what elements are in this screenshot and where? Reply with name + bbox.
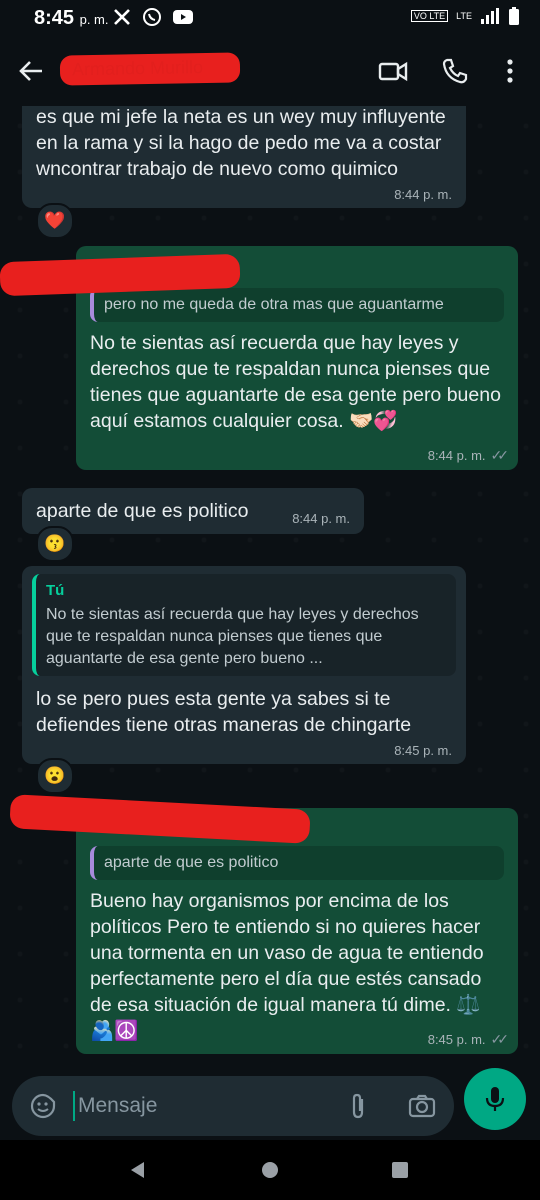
contact-name-label: Armando Murillo — [71, 57, 204, 80]
reaction-heart[interactable]: ❤️ — [36, 203, 74, 239]
quoted-message[interactable]: aparte de que es politico — [90, 846, 504, 880]
android-navigation-bar — [0, 1140, 540, 1200]
quoted-text: No te sientas así recuerda que hay leyes… — [46, 606, 419, 667]
system-icons: VO LTE LTE — [410, 6, 520, 26]
message-time: 8:45 p. m. — [394, 743, 452, 758]
network-type: LTE — [456, 11, 472, 21]
voice-message-button[interactable] — [464, 1068, 526, 1130]
message-text: lo se pero pues esta gente ya sabes si t… — [36, 688, 412, 736]
reaction-kissing[interactable]: 😗 — [36, 526, 74, 562]
battery-icon — [509, 7, 519, 25]
message-time: 8:45 p. m. ✓✓ — [427, 1031, 510, 1047]
chat-header: Armando Murillo — [0, 36, 540, 106]
reaction-surprised[interactable]: 😮 — [36, 758, 74, 794]
message-time: 8:44 p. m. — [394, 187, 452, 202]
youtube-icon — [173, 10, 193, 24]
message-time: 8:44 p. m. — [292, 511, 350, 526]
signal-icon — [481, 8, 499, 24]
chat-area[interactable]: es que mi jefe la neta es un wey muy inf… — [0, 106, 540, 1066]
nav-recents-icon[interactable] — [390, 1160, 410, 1180]
message-placeholder: Mensaje — [78, 1094, 158, 1117]
status-bar: 8:45 p. m. VO LTE LTE — [0, 0, 540, 36]
message-input[interactable]: Mensaje — [12, 1076, 454, 1136]
contact-name[interactable]: Armando Murillo — [59, 52, 241, 86]
camera-icon[interactable] — [408, 1093, 436, 1119]
whatsapp-icon — [143, 8, 161, 26]
text-cursor — [73, 1091, 75, 1121]
notification-icons — [112, 7, 194, 27]
message-time: 8:44 p. m. ✓✓ — [427, 447, 510, 463]
emoji-sticker-icon[interactable] — [30, 1093, 56, 1119]
back-arrow-icon[interactable] — [18, 58, 44, 84]
message-composer: Mensaje — [0, 1066, 540, 1136]
quoted-text: pero no me queda de otra mas que aguanta… — [104, 296, 444, 313]
quoted-message[interactable]: Tú No te sientas así recuerda que hay le… — [32, 574, 456, 676]
nav-home-icon[interactable] — [260, 1160, 280, 1180]
phone-call-icon[interactable] — [440, 56, 470, 86]
message-bubble-outgoing[interactable]: aparte de que es politico Bueno hay orga… — [76, 808, 518, 1054]
microphone-icon — [485, 1087, 505, 1111]
quoted-text: aparte de que es politico — [104, 854, 279, 871]
more-options-icon[interactable] — [500, 56, 520, 86]
quoted-author: Tú — [46, 582, 65, 599]
clock: 8:45 p. m. — [34, 7, 109, 29]
video-call-icon[interactable] — [378, 56, 408, 86]
read-ticks-icon: ✓✓ — [490, 447, 510, 463]
quoted-message[interactable]: pero no me queda de otra mas que aguanta… — [90, 288, 504, 322]
volte-icon: VO LTE — [410, 10, 449, 22]
message-bubble-incoming[interactable]: aparte de que es politico 8:44 p. m. — [22, 488, 364, 534]
attach-icon[interactable] — [346, 1092, 370, 1120]
message-text: Bueno hay organismos por encima de los p… — [90, 890, 484, 1042]
message-bubble-incoming[interactable]: es que mi jefe la neta es un wey muy inf… — [22, 106, 466, 208]
message-text: No te sientas así recuerda que hay leyes… — [90, 332, 501, 432]
read-ticks-icon: ✓✓ — [490, 1031, 510, 1047]
message-bubble-incoming[interactable]: Tú No te sientas así recuerda que hay le… — [22, 566, 466, 764]
message-text: es que mi jefe la neta es un wey muy inf… — [36, 106, 446, 180]
nav-back-icon[interactable] — [128, 1160, 148, 1180]
x-app-icon — [114, 9, 130, 25]
